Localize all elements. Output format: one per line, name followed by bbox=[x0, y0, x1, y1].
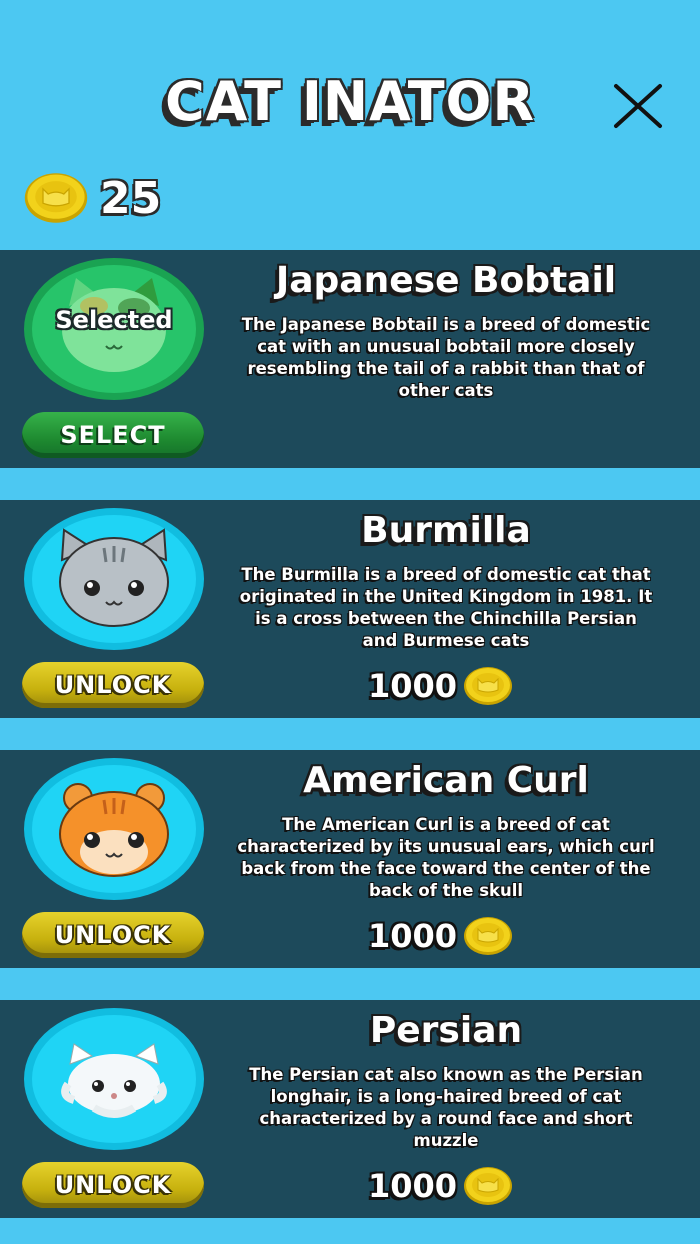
unlock-button[interactable]: UNLOCK bbox=[22, 662, 204, 708]
close-button[interactable] bbox=[610, 78, 666, 134]
cat-avatar[interactable] bbox=[24, 758, 204, 900]
cat-card-burmilla: UNLOCK Burmilla The Burmilla is a breed … bbox=[0, 500, 700, 718]
cat-description: The Persian cat also known as the Persia… bbox=[249, 1065, 643, 1150]
unlock-button[interactable]: UNLOCK bbox=[22, 912, 204, 958]
coin-icon bbox=[24, 172, 88, 224]
selected-status: Selected bbox=[55, 306, 173, 334]
coin-balance: 25 bbox=[22, 170, 161, 226]
coin-icon bbox=[463, 1166, 513, 1206]
unlock-button[interactable]: UNLOCK bbox=[22, 1162, 204, 1208]
price-value: 1000 bbox=[368, 1167, 458, 1205]
close-icon bbox=[614, 84, 662, 128]
cat-name: Japanese Bobtail bbox=[275, 260, 617, 301]
price: 1000 bbox=[368, 914, 513, 958]
gray-tabby-cat-icon bbox=[24, 508, 204, 650]
cat-name: Burmilla bbox=[361, 510, 531, 551]
cat-card-persian: UNLOCK Persian The Persian cat also know… bbox=[0, 1000, 700, 1218]
cat-card-american-curl: UNLOCK American Curl The American Curl i… bbox=[0, 750, 700, 968]
cat-name: American Curl bbox=[303, 760, 589, 801]
price-value: 1000 bbox=[368, 917, 458, 955]
cat-description: The Burmilla is a breed of domestic cat … bbox=[239, 565, 653, 650]
coin-icon bbox=[463, 666, 513, 706]
white-persian-cat-icon bbox=[24, 1008, 204, 1150]
select-button[interactable]: SELECT bbox=[22, 412, 204, 458]
price: 1000 bbox=[368, 664, 513, 708]
coin-count: 25 bbox=[100, 172, 162, 224]
cat-avatar[interactable] bbox=[24, 1008, 204, 1150]
price: 1000 bbox=[368, 1164, 513, 1208]
cat-card-japanese-bobtail: Selected SELECT Japanese Bobtail The Jap… bbox=[0, 250, 700, 468]
cat-description: The American Curl is a breed of cat char… bbox=[237, 815, 655, 900]
orange-cat-icon bbox=[24, 758, 204, 900]
price-value: 1000 bbox=[368, 667, 458, 705]
page-title: CAT INATOR bbox=[164, 70, 536, 133]
cat-avatar[interactable] bbox=[24, 508, 204, 650]
coin-icon bbox=[463, 916, 513, 956]
cat-name: Persian bbox=[369, 1010, 523, 1051]
cat-description: The Japanese Bobtail is a breed of domes… bbox=[241, 315, 651, 400]
